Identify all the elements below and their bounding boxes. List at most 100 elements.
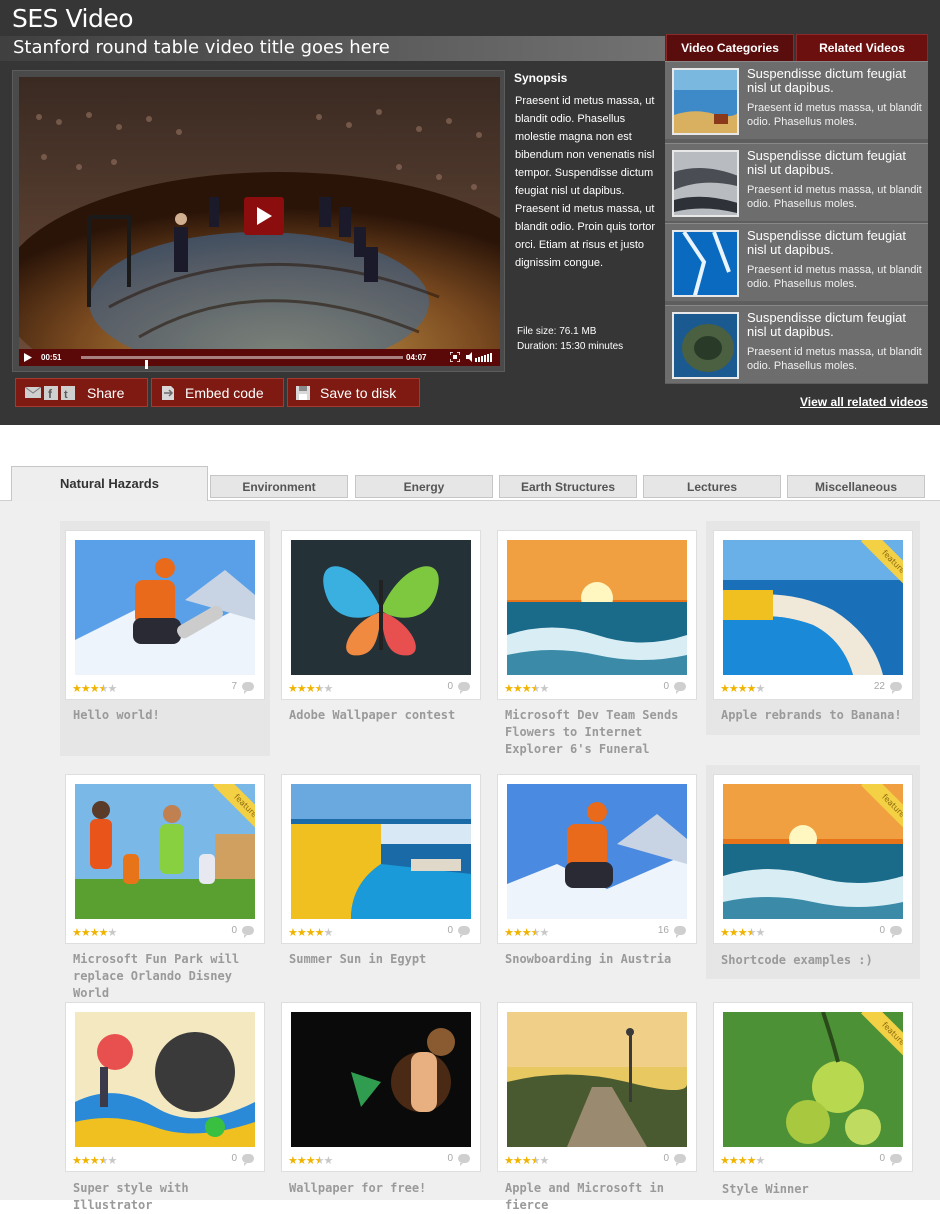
tab-related-videos[interactable]: Related Videos: [796, 34, 928, 61]
video-card[interactable]: ★★★★★ 0: [281, 530, 481, 700]
related-video-thumb[interactable]: [672, 230, 739, 297]
rating-stars[interactable]: ★★★★★: [72, 926, 118, 939]
star-icon[interactable]: ★: [108, 1155, 118, 1167]
star-icon[interactable]: ★: [747, 927, 757, 939]
video-card[interactable]: ★★★★★ 7: [65, 530, 265, 700]
star-icon[interactable]: ★: [324, 683, 334, 695]
video-card-thumb[interactable]: featured: [723, 1012, 903, 1147]
related-video-thumb[interactable]: [672, 68, 739, 135]
play-button[interactable]: [244, 197, 284, 235]
facebook-icon[interactable]: f: [44, 385, 58, 400]
video-frame-image[interactable]: [19, 77, 500, 349]
video-card[interactable]: featured ★★★★★ 0: [65, 774, 265, 944]
related-video-title[interactable]: Suspendisse dictum feugiat nisl ut dapib…: [747, 311, 925, 339]
play-small-icon[interactable]: [24, 353, 32, 362]
star-icon[interactable]: ★: [72, 927, 82, 939]
tab-video-categories[interactable]: Video Categories: [666, 34, 794, 61]
star-icon[interactable]: ★: [738, 1155, 748, 1167]
star-icon[interactable]: ★: [513, 683, 523, 695]
star-icon[interactable]: ★: [729, 683, 739, 695]
video-card-thumb[interactable]: featured: [723, 540, 903, 675]
video-card-caption[interactable]: Adobe Wallpaper contest: [289, 707, 489, 724]
progress-handle[interactable]: [145, 360, 149, 369]
star-icon[interactable]: ★: [288, 683, 298, 695]
related-video-title[interactable]: Suspendisse dictum feugiat nisl ut dapib…: [747, 149, 925, 177]
star-icon[interactable]: ★: [756, 1155, 766, 1167]
star-icon[interactable]: ★: [513, 1155, 523, 1167]
video-card-caption[interactable]: Microsoft Dev Team Sends Flowers to Inte…: [505, 707, 705, 758]
tab-earth-structures[interactable]: Earth Structures: [499, 475, 637, 498]
video-card-thumb[interactable]: [291, 1012, 471, 1147]
star-icon[interactable]: ★: [540, 683, 550, 695]
star-icon[interactable]: ★: [306, 927, 316, 939]
star-icon[interactable]: ★: [729, 927, 739, 939]
star-icon[interactable]: ★: [90, 683, 100, 695]
video-card[interactable]: ★★★★★ 0: [65, 1002, 265, 1172]
video-card-caption[interactable]: Apple and Microsoft in fierce: [505, 1180, 705, 1214]
star-icon[interactable]: ★: [108, 927, 118, 939]
video-card[interactable]: featured ★★★★★ 22: [713, 530, 913, 700]
star-icon[interactable]: ★: [738, 927, 748, 939]
video-card[interactable]: featured ★★★★★ 0: [713, 774, 913, 944]
star-icon[interactable]: ★: [522, 1155, 532, 1167]
video-card[interactable]: ★★★★★ 0: [497, 1002, 697, 1172]
star-icon[interactable]: ★: [288, 1155, 298, 1167]
star-icon[interactable]: ★: [90, 1155, 100, 1167]
star-icon[interactable]: ★: [324, 1155, 334, 1167]
star-icon[interactable]: ★: [747, 1155, 757, 1167]
embed-code-button[interactable]: Embed code: [151, 378, 284, 407]
progress-bar[interactable]: [81, 356, 403, 369]
volume-icon[interactable]: [466, 352, 494, 362]
star-icon[interactable]: ★: [306, 1155, 316, 1167]
star-icon[interactable]: ★: [522, 927, 532, 939]
related-video-item[interactable]: Suspendisse dictum feugiat nisl ut dapib…: [665, 61, 928, 139]
related-video-thumb[interactable]: [672, 150, 739, 217]
related-video-title[interactable]: Suspendisse dictum feugiat nisl ut dapib…: [747, 229, 925, 257]
video-card-thumb[interactable]: [75, 1012, 255, 1147]
rating-stars[interactable]: ★★★★★: [288, 1154, 334, 1167]
save-to-disk-button[interactable]: Save to disk: [287, 378, 420, 407]
star-icon[interactable]: ★: [297, 683, 307, 695]
star-icon[interactable]: ★: [72, 1155, 82, 1167]
star-icon[interactable]: ★: [756, 683, 766, 695]
related-video-thumb[interactable]: [672, 312, 739, 379]
rating-stars[interactable]: ★★★★★: [720, 926, 765, 939]
video-card-thumb[interactable]: featured: [723, 784, 903, 919]
rating-stars[interactable]: ★★★★★: [504, 1154, 550, 1167]
star-icon[interactable]: ★: [315, 927, 325, 939]
star-icon[interactable]: ★: [504, 927, 514, 939]
star-icon[interactable]: ★: [540, 927, 550, 939]
star-icon[interactable]: ★: [738, 683, 748, 695]
star-icon[interactable]: ★: [531, 683, 541, 695]
star-icon[interactable]: ★: [288, 927, 298, 939]
star-icon[interactable]: ★: [99, 683, 109, 695]
video-card[interactable]: ★★★★★ 0: [281, 774, 481, 944]
star-icon[interactable]: ★: [540, 1155, 550, 1167]
video-card-thumb[interactable]: [291, 784, 471, 919]
twitter-icon[interactable]: t: [61, 385, 75, 400]
rating-stars[interactable]: ★★★★★: [720, 1154, 766, 1167]
star-icon[interactable]: ★: [306, 683, 316, 695]
star-icon[interactable]: ★: [324, 927, 334, 939]
star-icon[interactable]: ★: [504, 1155, 514, 1167]
rating-stars[interactable]: ★★★★★: [720, 682, 766, 695]
rating-stars[interactable]: ★★★★★: [504, 926, 550, 939]
star-icon[interactable]: ★: [99, 1155, 109, 1167]
star-icon[interactable]: ★: [729, 1155, 739, 1167]
tab-natural-hazards[interactable]: Natural Hazards: [11, 466, 208, 501]
video-card-thumb[interactable]: [507, 540, 687, 675]
video-card-thumb[interactable]: [507, 1012, 687, 1147]
video-card-thumb[interactable]: [75, 540, 255, 675]
star-icon[interactable]: ★: [720, 927, 730, 939]
star-icon[interactable]: ★: [297, 927, 307, 939]
star-icon[interactable]: ★: [720, 683, 730, 695]
related-video-item[interactable]: Suspendisse dictum feugiat nisl ut dapib…: [665, 305, 928, 383]
rating-stars[interactable]: ★★★★★: [504, 682, 550, 695]
star-icon[interactable]: ★: [108, 683, 118, 695]
video-card[interactable]: ★★★★★ 16: [497, 774, 697, 944]
star-icon[interactable]: ★: [504, 683, 514, 695]
star-icon[interactable]: ★: [297, 1155, 307, 1167]
star-icon[interactable]: ★: [72, 683, 82, 695]
rating-stars[interactable]: ★★★★★: [72, 682, 118, 695]
fullscreen-icon[interactable]: [450, 352, 460, 362]
